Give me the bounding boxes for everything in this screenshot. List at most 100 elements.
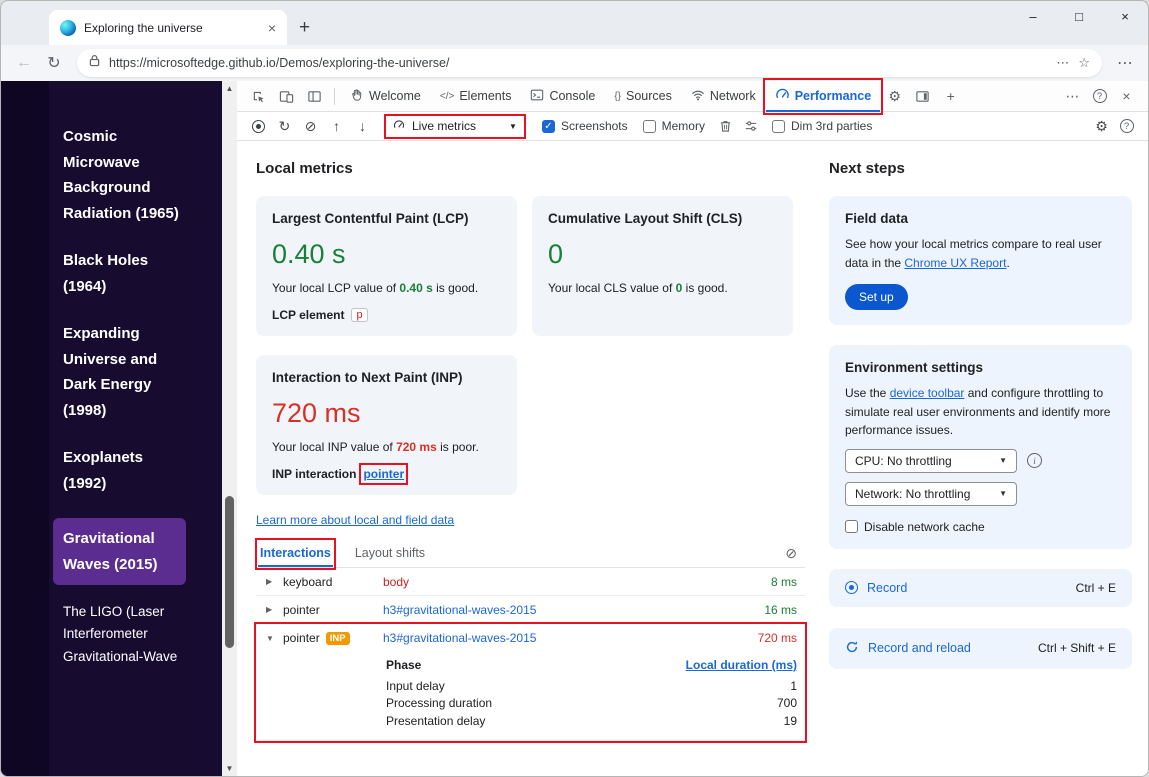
event-target[interactable]: h3#gravitational-waves-2015 xyxy=(383,603,725,617)
close-window-button[interactable]: × xyxy=(1102,1,1148,31)
expander-icon[interactable]: ▼ xyxy=(266,634,283,643)
trash-icon[interactable] xyxy=(713,114,738,138)
record-and-reload-shortcut: Ctrl + Shift + E xyxy=(1038,641,1116,655)
tab-label: Performance xyxy=(795,89,871,103)
inspect-icon[interactable] xyxy=(245,84,272,109)
checkbox-icon[interactable]: ✓ xyxy=(772,120,785,133)
dock-side-icon[interactable] xyxy=(909,84,936,109)
expander-icon[interactable]: ▶ xyxy=(266,577,283,586)
cpu-throttling-select[interactable]: CPU: No throttling ▼ xyxy=(845,449,1017,473)
local-duration-header-link[interactable]: Local duration (ms) xyxy=(686,658,797,672)
tab-label: Welcome xyxy=(369,89,421,103)
help-icon[interactable]: ? xyxy=(1086,84,1113,109)
info-icon[interactable]: i xyxy=(1027,453,1042,468)
device-toolbar-link[interactable]: device toolbar xyxy=(890,386,965,400)
scroll-up-icon[interactable]: ▲ xyxy=(226,84,234,93)
url-more-icon[interactable]: ⋯ xyxy=(1056,55,1069,71)
site-info-icon[interactable] xyxy=(89,54,100,72)
view-mode-select[interactable]: Live metrics ▼ xyxy=(386,116,524,137)
inp-interaction-link[interactable]: pointer xyxy=(363,467,404,481)
tab-network[interactable]: Network xyxy=(682,81,765,112)
cpu-throttling-value: CPU: No throttling xyxy=(855,454,952,468)
capture-settings-gear-icon[interactable]: ⚙ xyxy=(1089,114,1114,138)
event-target[interactable]: body xyxy=(383,575,725,589)
field-data-title: Field data xyxy=(845,211,1116,226)
tab-elements[interactable]: </> Elements xyxy=(431,81,521,112)
tab-console[interactable]: Console xyxy=(521,81,604,112)
interaction-row-pointer-inp[interactable]: ▼ pointer INP h3#gravitational-waves-201… xyxy=(256,624,805,652)
minimize-button[interactable]: – xyxy=(1010,1,1056,31)
reload-button[interactable]: ↻ xyxy=(39,49,69,77)
expander-icon[interactable]: ▶ xyxy=(266,605,283,614)
device-emulation-icon[interactable] xyxy=(273,84,300,109)
record-icon[interactable] xyxy=(246,114,271,138)
interaction-row-pointer[interactable]: ▶ pointer h3#gravitational-waves-2015 16… xyxy=(256,596,805,624)
browser-tab[interactable]: Exploring the universe × xyxy=(49,10,287,45)
cls-description: Your local CLS value of 0 is good. xyxy=(548,281,777,295)
learn-more-link[interactable]: Learn more about local and field data xyxy=(256,513,454,527)
memory-checkbox[interactable]: ✓ Memory xyxy=(643,119,705,133)
phase-header: Phase xyxy=(386,658,686,672)
close-devtools-icon[interactable]: × xyxy=(1113,84,1140,109)
record-label: Record xyxy=(867,581,907,595)
nav-item-exoplanets[interactable]: Exoplanets (1992) xyxy=(63,445,186,496)
local-metrics-heading: Local metrics xyxy=(256,160,805,177)
more-options-icon[interactable]: ⋯ xyxy=(1059,84,1086,109)
tab-interactions[interactable]: Interactions xyxy=(258,541,333,567)
panels-icon[interactable] xyxy=(301,84,328,109)
more-tools-plus-icon[interactable]: + xyxy=(937,84,964,109)
new-tab-button[interactable]: + xyxy=(299,17,310,39)
nav-item-expanding-universe[interactable]: Expanding Universe and Dark Energy (1998… xyxy=(63,321,186,423)
address-bar[interactable]: https://microsoftedge.github.io/Demos/ex… xyxy=(77,49,1102,77)
back-button[interactable]: ← xyxy=(9,49,39,77)
network-throttling-select[interactable]: Network: No throttling ▼ xyxy=(845,482,1017,506)
window-controls: – □ × xyxy=(1010,1,1148,31)
nav-item-cosmic-microwave[interactable]: Cosmic Microwave Background Radiation (1… xyxy=(63,124,186,226)
nav-item-ligo[interactable]: The LIGO (Laser Interferometer Gravitati… xyxy=(63,601,186,668)
field-data-card: Field data See how your local metrics co… xyxy=(829,196,1132,325)
scroll-down-icon[interactable]: ▼ xyxy=(226,764,234,773)
tab-sources[interactable]: {} Sources xyxy=(605,81,681,112)
crux-report-link[interactable]: Chrome UX Report xyxy=(904,256,1006,270)
checkbox-icon[interactable]: ✓ xyxy=(845,520,858,533)
throttling-icon[interactable] xyxy=(739,114,764,138)
memory-label: Memory xyxy=(662,119,705,133)
record-radio-icon xyxy=(845,581,858,594)
nav-item-black-holes[interactable]: Black Holes (1964) xyxy=(63,248,186,299)
tab-performance[interactable]: Performance xyxy=(766,81,880,112)
dim-label: Dim 3rd parties xyxy=(791,119,872,133)
tab-layout-shifts[interactable]: Layout shifts xyxy=(353,541,427,567)
save-profile-icon[interactable]: ↓ xyxy=(350,114,375,138)
record-card[interactable]: Record Ctrl + E xyxy=(829,569,1132,607)
environment-settings-text: Use the device toolbar and configure thr… xyxy=(845,384,1116,440)
dim-3rd-parties-checkbox[interactable]: ✓ Dim 3rd parties xyxy=(772,119,872,133)
record-and-reload-card[interactable]: Record and reload Ctrl + Shift + E xyxy=(829,628,1132,669)
interaction-row-keyboard[interactable]: ▶ keyboard body 8 ms xyxy=(256,568,805,596)
toolbar-right: ⚙ ? xyxy=(1089,114,1139,138)
favorites-star-icon[interactable]: ☆ xyxy=(1078,55,1090,71)
screenshots-checkbox[interactable]: ✓ Screenshots xyxy=(542,119,628,133)
page-scrollbar[interactable]: ▲ ▼ xyxy=(222,81,237,776)
refresh-record-icon[interactable]: ↻ xyxy=(272,114,297,138)
environment-settings-title: Environment settings xyxy=(845,360,1116,375)
environment-settings-card: Environment settings Use the device tool… xyxy=(829,345,1132,549)
tab-close-icon[interactable]: × xyxy=(265,20,279,36)
inp-badge: INP xyxy=(326,632,350,645)
toolbar-help-icon[interactable]: ? xyxy=(1114,114,1139,138)
tab-welcome[interactable]: Welcome xyxy=(341,81,430,112)
set-up-button[interactable]: Set up xyxy=(845,284,908,310)
clear-icon[interactable]: ⊘ xyxy=(298,114,323,138)
settings-gear-icon[interactable]: ⚙ xyxy=(881,84,908,109)
scrollbar-thumb[interactable] xyxy=(225,496,234,648)
nav-item-gravitational-waves[interactable]: Gravitational Waves (2015) xyxy=(53,518,186,585)
url-text: https://microsoftedge.github.io/Demos/ex… xyxy=(109,56,1047,70)
checkbox-icon[interactable]: ✓ xyxy=(643,120,656,133)
event-target[interactable]: h3#gravitational-waves-2015 xyxy=(383,631,725,645)
load-profile-icon[interactable]: ↑ xyxy=(324,114,349,138)
maximize-button[interactable]: □ xyxy=(1056,1,1102,31)
lcp-element-node-link[interactable]: p xyxy=(351,308,367,322)
clear-log-icon[interactable]: ⊘ xyxy=(785,545,803,567)
checkbox-icon[interactable]: ✓ xyxy=(542,120,555,133)
browser-menu-icon[interactable]: ⋯ xyxy=(1110,49,1140,77)
disable-network-cache-checkbox[interactable]: ✓ Disable network cache xyxy=(845,520,1116,534)
